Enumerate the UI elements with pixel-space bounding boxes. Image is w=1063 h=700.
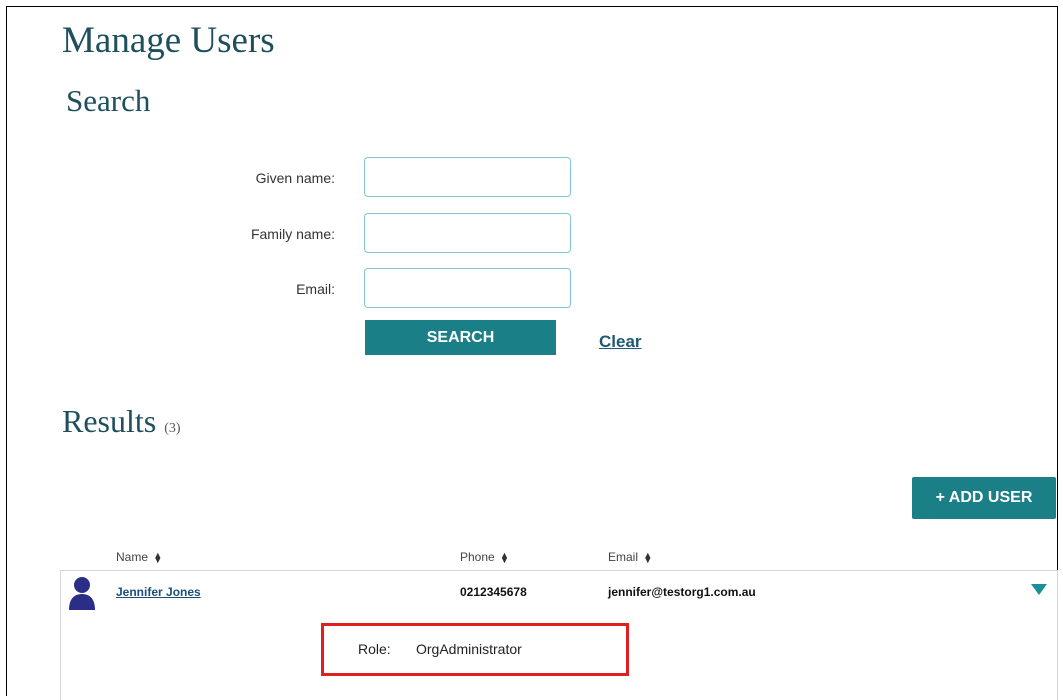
column-header-phone[interactable]: Phone ▲ ▼ bbox=[460, 550, 509, 564]
user-name[interactable]: Jennifer Jones bbox=[116, 585, 201, 599]
user-email: jennifer@testorg1.com.au bbox=[608, 585, 756, 599]
page-title: Manage Users bbox=[62, 20, 275, 61]
search-section-title: Search bbox=[66, 83, 151, 118]
column-header-name-label: Name bbox=[116, 550, 149, 564]
given-name-input[interactable] bbox=[364, 157, 571, 197]
role-value: OrgAdministrator bbox=[416, 641, 522, 657]
family-name-input[interactable] bbox=[364, 213, 571, 253]
column-header-name[interactable]: Name ▲ ▼ bbox=[116, 550, 162, 564]
sort-icon: ▲ ▼ bbox=[153, 549, 163, 565]
results-count: (3) bbox=[164, 421, 181, 436]
sort-icon: ▲ ▼ bbox=[643, 549, 653, 565]
column-header-email-label: Email bbox=[608, 550, 639, 564]
add-user-button[interactable]: + ADD USER bbox=[912, 477, 1056, 519]
clear-link[interactable]: Clear bbox=[599, 332, 642, 352]
user-phone: 0212345678 bbox=[460, 585, 527, 599]
column-header-phone-label: Phone bbox=[460, 550, 495, 564]
expand-chevron-icon[interactable] bbox=[1031, 584, 1047, 595]
email-input[interactable] bbox=[364, 268, 571, 308]
given-name-label: Given name: bbox=[255, 170, 335, 186]
column-header-email[interactable]: Email ▲ ▼ bbox=[608, 550, 652, 564]
results-title: Results (3) bbox=[62, 405, 181, 437]
search-button[interactable]: SEARCH bbox=[365, 320, 556, 355]
email-label: Email: bbox=[296, 281, 335, 297]
user-avatar-icon bbox=[69, 577, 95, 610]
sort-icon: ▲ ▼ bbox=[500, 549, 509, 565]
family-name-label: Family name: bbox=[250, 226, 335, 242]
results-title-text: Results bbox=[62, 403, 157, 439]
role-label: Role: bbox=[358, 641, 391, 657]
user-name-link[interactable]: Jennifer Jones bbox=[116, 585, 201, 599]
